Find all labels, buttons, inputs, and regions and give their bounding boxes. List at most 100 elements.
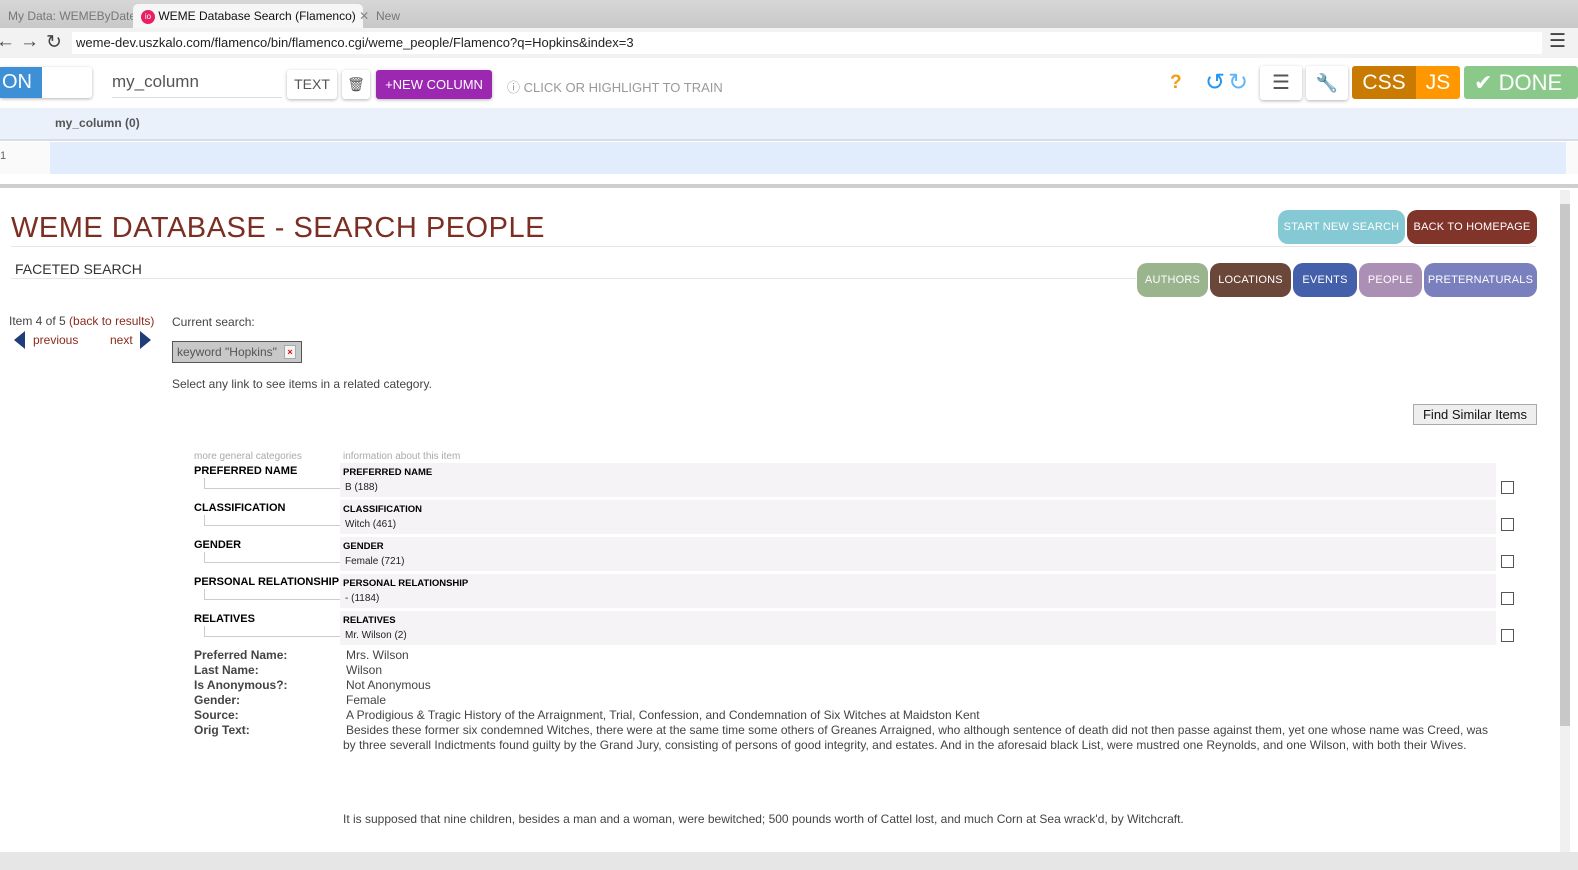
new-column-label: NEW COLUMN xyxy=(392,77,483,92)
css-button[interactable]: CSS xyxy=(1352,66,1416,99)
trash-icon[interactable]: 🗑 xyxy=(342,70,370,99)
faceted-search-heading: FACETED SEARCH xyxy=(15,261,142,277)
find-similar-button[interactable]: Find Similar Items xyxy=(1413,404,1537,425)
facet-category-link[interactable]: GENDER xyxy=(194,539,241,551)
page-title: WEME DATABASE - SEARCH PEOPLE xyxy=(11,212,545,244)
facet-value-link[interactable]: B (188) xyxy=(345,482,378,493)
back-to-results-link[interactable]: (back to results) xyxy=(69,314,154,328)
redo-icon[interactable]: ↻ xyxy=(1228,68,1248,97)
preternaturals-button[interactable]: PRETERNATURALS xyxy=(1424,263,1537,297)
data-cell[interactable] xyxy=(50,142,1566,174)
forward-icon[interactable]: → xyxy=(20,31,39,53)
next-arrow-icon[interactable] xyxy=(140,331,151,349)
text-button[interactable]: TEXT xyxy=(287,70,337,99)
detail-value: A Prodigious & Tragic History of the Arr… xyxy=(346,708,980,722)
locations-button[interactable]: LOCATIONS xyxy=(1210,263,1291,297)
tab-weme[interactable]: io WEME Database Search (Flamenco) ✕ xyxy=(133,4,369,28)
facet-value-link[interactable]: Female (721) xyxy=(345,556,404,567)
facet-connector xyxy=(204,552,340,563)
next-link[interactable]: next xyxy=(110,333,133,347)
facet-checkbox[interactable] xyxy=(1501,629,1514,642)
facet-category-link[interactable]: PERSONAL RELATIONSHIP xyxy=(194,576,339,588)
hint-text: CLICK OR HIGHLIGHT TO TRAIN xyxy=(523,80,723,95)
previous-arrow-icon[interactable] xyxy=(14,331,25,349)
detail-orig-text: Besides these former six condemned Witch… xyxy=(343,723,1488,752)
facet-connector xyxy=(204,515,340,526)
events-button[interactable]: EVENTS xyxy=(1293,263,1357,297)
new-column-button[interactable]: +NEW COLUMN xyxy=(376,70,492,99)
people-button[interactable]: PEOPLE xyxy=(1359,263,1422,297)
facet-value-link[interactable]: Witch (461) xyxy=(345,519,396,530)
column-header[interactable]: my_column (0) xyxy=(50,108,1578,139)
facet-category-link[interactable]: RELATIVES xyxy=(194,613,255,625)
detail-value: Wilson xyxy=(346,663,383,677)
facet-category-link[interactable]: PREFERRED NAME xyxy=(194,465,297,477)
authors-button[interactable]: AUTHORS xyxy=(1137,263,1208,297)
tab-my-data[interactable]: My Data: WEMEByDate xyxy=(0,4,144,28)
facet-heading: PREFERRED NAME xyxy=(343,467,433,478)
reload-icon[interactable]: ↻ xyxy=(46,31,62,54)
title-rule xyxy=(11,246,1536,247)
back-to-homepage-button[interactable]: BACK TO HOMEPAGE xyxy=(1407,210,1537,244)
remove-keyword-icon[interactable]: × xyxy=(284,345,296,359)
tab-new[interactable]: New xyxy=(368,4,408,28)
item-count: Item 4 of 5 xyxy=(9,314,66,328)
start-new-search-button[interactable]: START NEW SEARCH xyxy=(1278,210,1405,244)
info-icon: ⓘ xyxy=(507,80,521,95)
detail-label: Orig Text: xyxy=(194,723,250,737)
facet-checkbox[interactable] xyxy=(1501,555,1514,568)
wrench-icon[interactable]: 🔧 xyxy=(1306,66,1348,100)
column-name-input[interactable]: my_column xyxy=(112,72,282,98)
train-hint: ⓘ CLICK OR HIGHLIGHT TO TRAIN xyxy=(507,77,723,96)
url-input[interactable]: weme-dev.uszkalo.com/flamenco/bin/flamen… xyxy=(72,32,1542,54)
browser-tab-bar: My Data: WEMEByDate io WEME Database Sea… xyxy=(0,0,1578,28)
done-button[interactable]: ✔ DONE xyxy=(1464,66,1578,99)
tab-label: WEME Database Search (Flamenco) xyxy=(158,9,356,23)
tab-label: New xyxy=(376,9,401,23)
facet-category-link[interactable]: CLASSIFICATION xyxy=(194,502,285,514)
subtitle-rule xyxy=(11,278,1136,279)
site-icon: io xyxy=(141,9,155,24)
done-label: DONE xyxy=(1498,70,1563,95)
facet-value-link[interactable]: - (1184) xyxy=(345,593,379,604)
item-position: Item 4 of 5 (back to results) xyxy=(9,314,154,328)
facet-checkbox[interactable] xyxy=(1501,481,1514,494)
detail-label: Source: xyxy=(194,708,239,722)
facet-row: PERSONAL RELATIONSHIP - (1184) xyxy=(340,574,1496,608)
detail-label: Last Name: xyxy=(194,663,259,677)
facet-connector xyxy=(204,478,340,489)
table-view-icon[interactable]: ☰ xyxy=(1260,66,1302,100)
column-header-row: my_column (0) xyxy=(0,108,1578,141)
previous-link[interactable]: previous xyxy=(33,333,78,347)
scroll-thumb[interactable] xyxy=(1560,204,1570,726)
facet-heading: GENDER xyxy=(343,541,384,552)
menu-icon[interactable]: ☰ xyxy=(1549,30,1566,53)
detail-value: Female xyxy=(346,693,387,707)
divider xyxy=(0,184,1578,188)
js-button[interactable]: JS xyxy=(1416,66,1460,99)
bottom-bar xyxy=(0,852,1578,870)
orig-text-continued: It is supposed that nine children, besid… xyxy=(343,812,1184,826)
detail-label: Is Anonymous?: xyxy=(194,678,288,692)
select-hint: Select any link to see items in a relate… xyxy=(172,377,432,391)
detail-value: Mrs. Wilson xyxy=(346,648,409,662)
back-icon[interactable]: ← xyxy=(0,31,15,53)
tab-label: My Data: WEMEByDate xyxy=(8,9,137,23)
data-row: 1 xyxy=(0,142,1578,174)
facet-checkbox[interactable] xyxy=(1501,592,1514,605)
facet-value-link[interactable]: Mr. Wilson (2) xyxy=(345,630,407,641)
facet-row: CLASSIFICATION Witch (461) xyxy=(340,500,1496,534)
toggle-label: ON xyxy=(0,67,42,98)
undo-icon[interactable]: ↺ xyxy=(1205,68,1225,97)
detail-label: Preferred Name: xyxy=(194,648,288,662)
on-toggle[interactable]: ON xyxy=(0,67,92,98)
item-info-header: information about this item xyxy=(343,451,461,462)
facet-heading: CLASSIFICATION xyxy=(343,504,422,515)
scrollbar[interactable] xyxy=(1560,190,1570,852)
facet-connector xyxy=(204,626,340,637)
current-search-label: Current search: xyxy=(172,315,255,329)
help-icon[interactable]: ? xyxy=(1170,72,1182,94)
facet-checkbox[interactable] xyxy=(1501,518,1514,531)
facet-row: PREFERRED NAME B (188) xyxy=(340,463,1496,497)
check-icon: ✔ xyxy=(1474,70,1493,95)
